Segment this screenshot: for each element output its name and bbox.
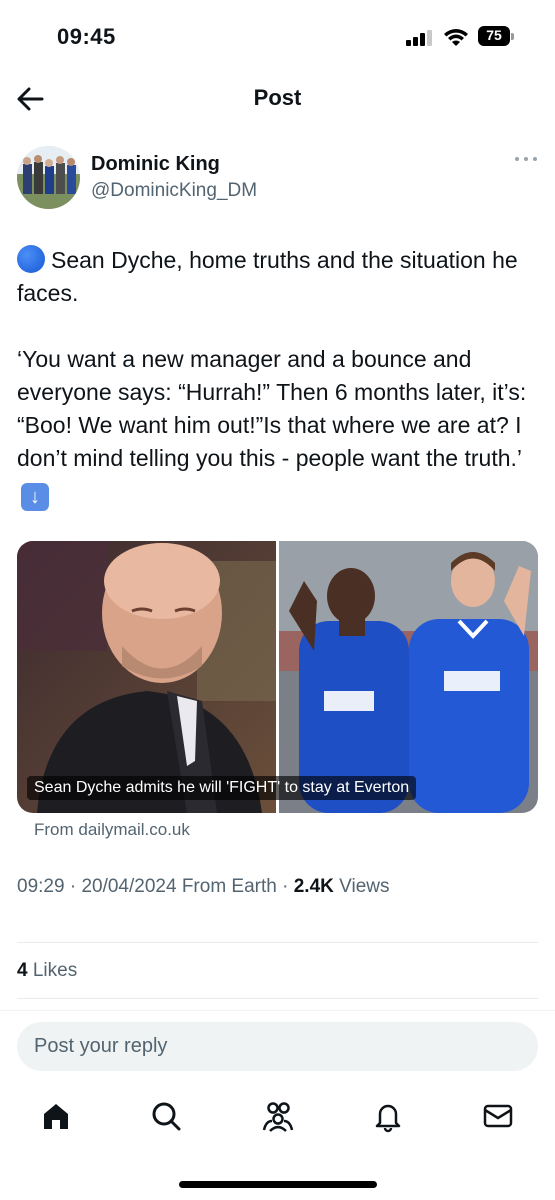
post-text-line-2: ‘You want a new manager and a bounce and… bbox=[17, 346, 527, 471]
post-location: From Earth bbox=[181, 876, 277, 897]
blue-circle-emoji bbox=[17, 245, 45, 273]
status-time: 09:45 bbox=[57, 24, 116, 49]
views-label: Views bbox=[339, 876, 390, 897]
post-time: 09:29 bbox=[17, 876, 65, 897]
avatar[interactable] bbox=[17, 146, 80, 209]
link-preview-caption: Sean Dyche admits he will 'FIGHT' to sta… bbox=[27, 776, 417, 800]
battery-icon: 75 bbox=[478, 26, 514, 46]
author-name[interactable]: Dominic King bbox=[91, 153, 220, 176]
likes-link[interactable]: 4 Likes bbox=[17, 960, 77, 982]
likes-label: Likes bbox=[32, 960, 78, 981]
wifi-icon bbox=[444, 29, 468, 46]
home-icon bbox=[44, 1104, 68, 1129]
author-handle[interactable]: @DominicKing_DM bbox=[91, 180, 257, 202]
top-navigation: Post bbox=[0, 72, 555, 126]
signal-icon bbox=[406, 30, 434, 46]
notifications-icon bbox=[375, 1104, 401, 1133]
bottom-tab-bar bbox=[0, 1094, 555, 1144]
down-arrow-emoji: ↓ bbox=[21, 483, 49, 511]
communities-icon bbox=[262, 1102, 294, 1132]
post-meta: 09:29 · 20/04/2024 From Earth · 2.4K Vie… bbox=[17, 876, 390, 897]
messages-icon bbox=[483, 1104, 513, 1128]
reply-divider bbox=[0, 1010, 555, 1011]
tab-messages[interactable] bbox=[478, 1094, 518, 1138]
tab-communities[interactable] bbox=[258, 1094, 298, 1138]
link-source[interactable]: From dailymail.co.uk bbox=[34, 820, 190, 840]
views-count: 2.4K bbox=[293, 876, 334, 897]
article-image-left bbox=[17, 541, 276, 813]
article-image-right bbox=[279, 541, 538, 813]
likes-count: 4 bbox=[17, 960, 28, 981]
more-options-button[interactable] bbox=[515, 152, 539, 166]
search-icon bbox=[152, 1102, 181, 1131]
page-title: Post bbox=[253, 85, 302, 110]
tab-notifications[interactable] bbox=[368, 1094, 408, 1138]
battery-level: 75 bbox=[486, 27, 502, 43]
status-bar: 09:45 75 bbox=[0, 0, 555, 72]
post-date: 20/04/2024 bbox=[81, 876, 177, 897]
home-indicator bbox=[179, 1181, 377, 1188]
divider bbox=[17, 942, 538, 943]
reply-input[interactable] bbox=[17, 1022, 538, 1071]
tab-home[interactable] bbox=[36, 1094, 76, 1138]
tab-search[interactable] bbox=[146, 1094, 186, 1138]
link-preview-card[interactable]: Sean Dyche admits he will 'FIGHT' to sta… bbox=[17, 541, 538, 813]
post-author: Dominic King @DominicKing_DM bbox=[17, 146, 539, 212]
post-text-line-1: Sean Dyche, home truths and the situatio… bbox=[17, 247, 518, 306]
divider bbox=[17, 998, 538, 999]
post-text: Sean Dyche, home truths and the situatio… bbox=[17, 244, 532, 511]
